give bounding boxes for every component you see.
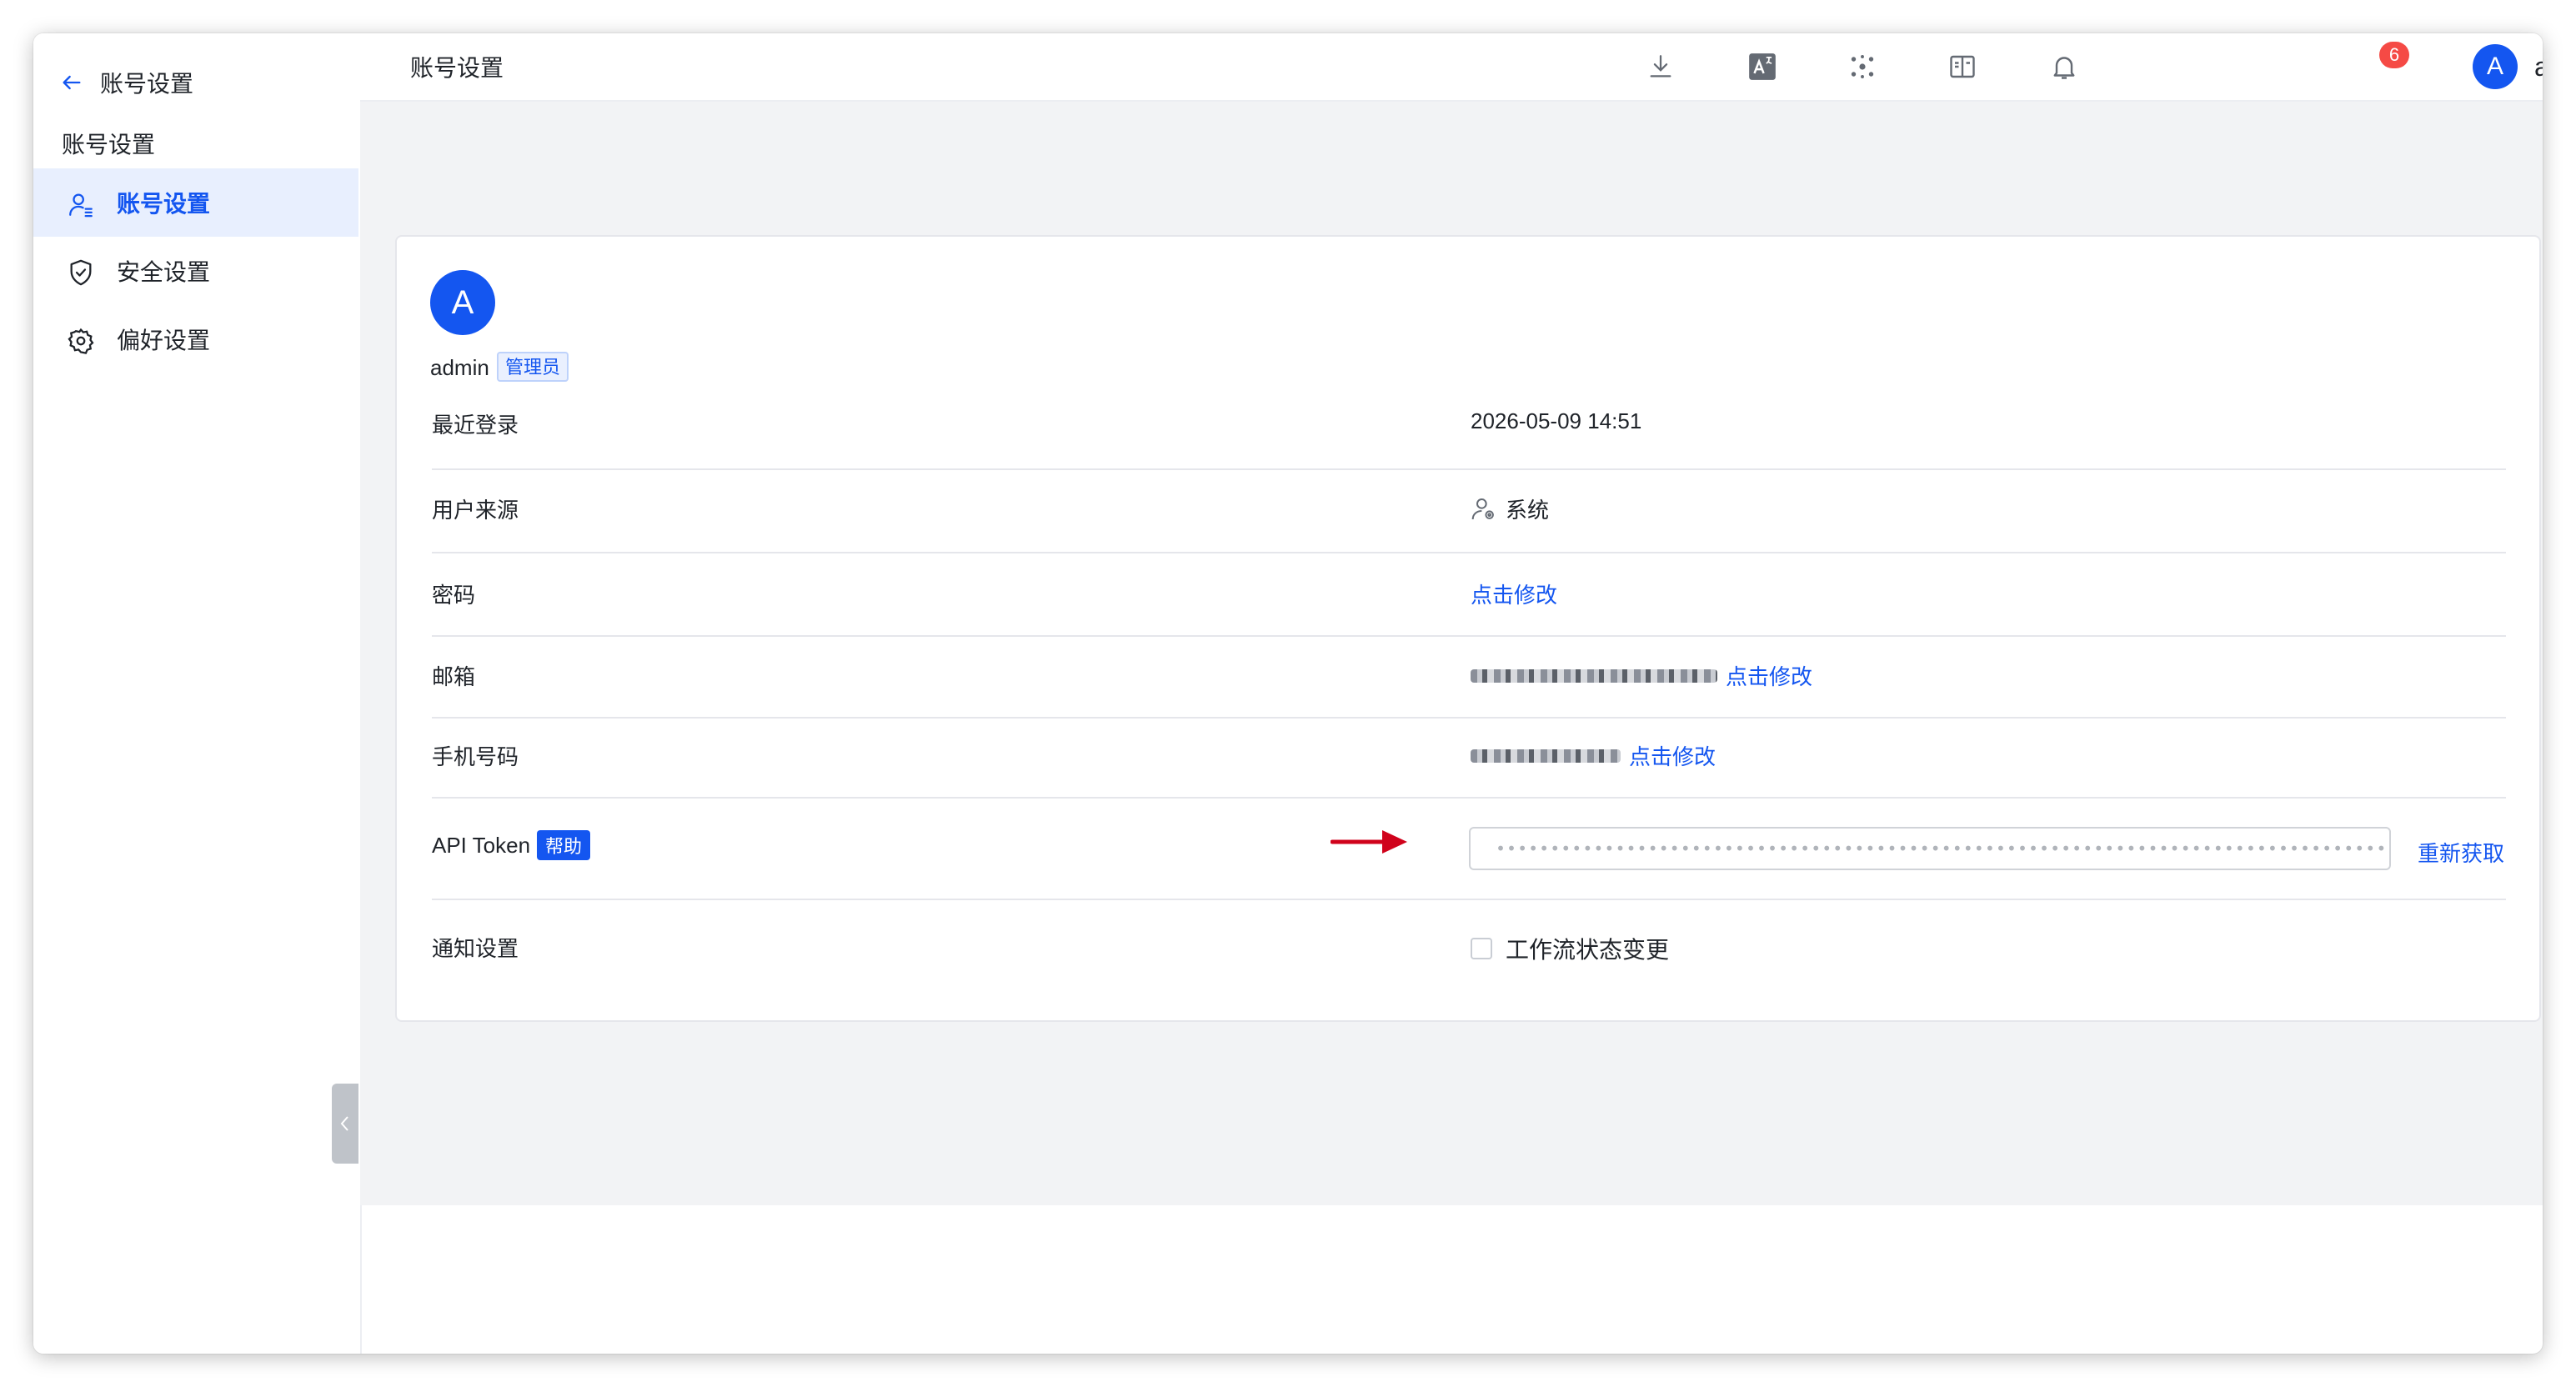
user-settings-icon bbox=[69, 193, 93, 218]
sidebar: 账号设置 账号设置 账号设置 安全设置 偏好设置 bbox=[33, 33, 362, 1354]
top-bar: 账号设置 6 A admin(admin) bbox=[360, 33, 2543, 102]
row-user-source: 用户来源 系统 bbox=[432, 493, 2506, 553]
phone-value: 点击修改 bbox=[1471, 740, 1716, 771]
arrow-left-icon[interactable] bbox=[60, 71, 83, 94]
main-content: A admin 管理员 最近登录 2026-05-09 14:51 用户来源 系… bbox=[360, 102, 2543, 1205]
row-last-login: 最近登录 2026-05-09 14:51 bbox=[432, 408, 2506, 470]
sidebar-item-label: 安全设置 bbox=[117, 259, 211, 285]
user-name: admin(admin) bbox=[2534, 51, 2543, 82]
row-label: 手机号码 bbox=[432, 744, 519, 769]
back-link[interactable]: 账号设置 bbox=[60, 65, 193, 100]
dots-cluster-icon bbox=[1851, 55, 1874, 78]
avatar: A bbox=[2473, 44, 2518, 89]
row-label: 用户来源 bbox=[432, 498, 519, 523]
change-password-link[interactable]: 点击修改 bbox=[1471, 578, 1557, 609]
docs-button[interactable] bbox=[1944, 48, 1981, 85]
app-window: 账号设置 账号设置 账号设置 安全设置 偏好设置 账号设置 6 A a A ad… bbox=[33, 33, 2543, 1354]
email-value: 点击修改 bbox=[1471, 660, 1812, 691]
change-email-link[interactable]: 点击修改 bbox=[1726, 660, 1812, 691]
regenerate-token-link[interactable]: 重新获取 bbox=[2418, 837, 2504, 868]
change-phone-link[interactable]: 点击修改 bbox=[1629, 740, 1716, 771]
row-label: API Token 帮助 bbox=[432, 830, 591, 860]
download-icon bbox=[1650, 55, 1671, 78]
sidebar-item-account-settings[interactable]: 账号设置 bbox=[33, 168, 358, 237]
row-api-token: API Token 帮助 ••••••••••••••••••••••••••••… bbox=[432, 827, 2506, 900]
apps-button[interactable] bbox=[1844, 48, 1881, 85]
row-label: 邮箱 bbox=[432, 664, 476, 689]
api-token-input[interactable]: ••••••••••••••••••••••••••••••••••••••••… bbox=[1469, 827, 2391, 870]
role-badge: 管理员 bbox=[497, 352, 569, 382]
sidebar-collapse-handle[interactable] bbox=[332, 1084, 358, 1164]
last-login-value: 2026-05-09 14:51 bbox=[1471, 408, 1642, 433]
gear-icon bbox=[68, 328, 94, 354]
notification-option: 工作流状态变更 bbox=[1471, 932, 1669, 965]
row-label: 最近登录 bbox=[432, 413, 519, 438]
annotation-arrow-icon bbox=[1331, 830, 1407, 854]
row-phone: 手机号码 点击修改 bbox=[432, 740, 2506, 799]
user-system-icon bbox=[1471, 498, 1494, 519]
workflow-status-checkbox[interactable] bbox=[1471, 938, 1492, 959]
notification-badge: 6 bbox=[2379, 42, 2409, 68]
redacted-email bbox=[1471, 668, 1717, 683]
page-title: 账号设置 bbox=[410, 55, 504, 81]
user-menu[interactable]: A admin(admin) bbox=[2473, 43, 2543, 90]
help-button[interactable]: 帮助 bbox=[537, 830, 591, 860]
row-notification-settings: 通知设置 工作流状态变更 bbox=[432, 932, 2506, 982]
sidebar-item-security-settings[interactable]: 安全设置 bbox=[33, 237, 358, 305]
profile-avatar: A bbox=[430, 270, 495, 335]
download-button[interactable] bbox=[1642, 48, 1679, 85]
sidebar-item-label: 偏好设置 bbox=[117, 328, 211, 353]
row-label: 通知设置 bbox=[432, 936, 519, 961]
sidebar-item-preference-settings[interactable]: 偏好设置 bbox=[33, 305, 358, 373]
sidebar-group-label: 账号设置 bbox=[62, 132, 156, 158]
bell-icon bbox=[2053, 57, 2075, 79]
notifications-button[interactable] bbox=[2046, 48, 2082, 85]
row-email: 邮箱 点击修改 bbox=[432, 660, 2506, 719]
book-icon bbox=[1950, 55, 1975, 78]
translate-icon bbox=[1749, 53, 1776, 80]
profile-username: admin bbox=[430, 355, 489, 380]
row-label: 密码 bbox=[432, 583, 476, 608]
translate-button[interactable] bbox=[1744, 48, 1781, 85]
workflow-status-label: 工作流状态变更 bbox=[1506, 937, 1670, 963]
password-value: 点击修改 bbox=[1471, 578, 1557, 609]
user-source-value: 系统 bbox=[1471, 493, 1549, 524]
api-token-label: API Token bbox=[432, 833, 531, 858]
account-card: A admin 管理员 最近登录 2026-05-09 14:51 用户来源 系… bbox=[395, 235, 2541, 1022]
row-password: 密码 点击修改 bbox=[432, 578, 2506, 637]
chevron-left-icon bbox=[340, 1116, 348, 1131]
sidebar-title: 账号设置 bbox=[100, 71, 194, 97]
redacted-phone bbox=[1471, 749, 1621, 763]
user-source-text: 系统 bbox=[1506, 498, 1550, 523]
sidebar-item-label: 账号设置 bbox=[117, 191, 211, 217]
shield-icon bbox=[70, 259, 92, 286]
